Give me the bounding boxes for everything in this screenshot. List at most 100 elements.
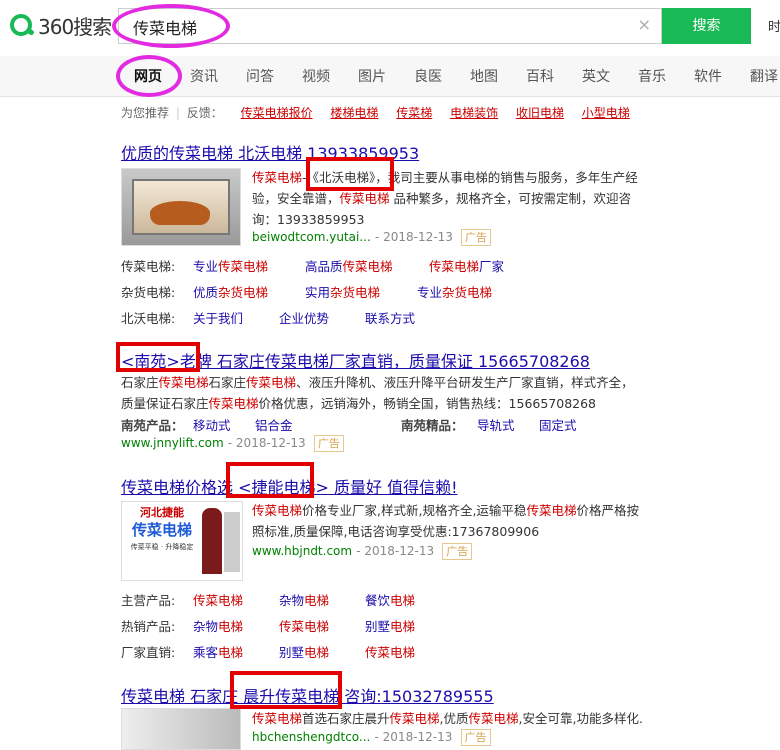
highlight-box	[306, 157, 394, 191]
sitelink[interactable]: 企业优势	[279, 308, 361, 327]
product-link[interactable]: 导轨式	[477, 415, 535, 434]
sitelink-label: 传菜电梯:	[121, 259, 176, 274]
desc-line: 验，安全靠谱，传菜电梯 品种繁多，规格齐全，可按需定制，欢迎咨	[252, 191, 632, 206]
feedback-link[interactable]: 反馈：	[187, 106, 223, 120]
clear-icon[interactable]: ×	[638, 15, 651, 34]
result-meta: hbchenshengdtco... - 2018-12-13 广告	[252, 729, 491, 746]
search-button[interactable]: 搜索	[662, 8, 751, 44]
sitelink-row: 杂货电梯: 优质杂货电梯 实用杂货电梯 专业杂货电梯	[121, 282, 492, 301]
sitelink-row: 厂家直销: 乘客电梯 别墅电梯 传菜电梯	[121, 642, 415, 661]
recommend-link[interactable]: 楼梯电梯	[330, 106, 378, 120]
recommend-link[interactable]: 小型电梯	[582, 106, 630, 120]
sitelink-row: 热销产品: 杂物电梯 传菜电梯 别墅电梯	[121, 616, 415, 635]
tab-video[interactable]: 视频	[302, 66, 330, 86]
header-right-link[interactable]: 时	[768, 16, 780, 35]
sitelink[interactable]: 联系方式	[365, 308, 415, 327]
thumb-line: 河北捷能	[140, 506, 184, 519]
result-description: 传菜电梯价格专业厂家,样式新,规格齐全,运输平稳传菜电梯价格严格按 照标准,质量…	[252, 500, 672, 542]
sitelink-label: 热销产品:	[121, 619, 176, 634]
desc-line: 石家庄传菜电梯石家庄传菜电梯、液压升降机、液压升降平台研发生产厂家直销，样式齐全…	[121, 375, 634, 390]
desc-line: 照标准,质量保障,电话咨询享受优惠:17367809906	[252, 524, 540, 539]
sitelink[interactable]: 专业杂货电梯	[417, 282, 492, 301]
recommend-prefix: 为您推荐	[121, 106, 170, 120]
sitelink[interactable]: 传菜电梯	[365, 642, 415, 661]
sitelink[interactable]: 高品质传菜电梯	[305, 256, 425, 275]
sitelink[interactable]: 别墅电梯	[279, 642, 361, 661]
sitelink-label: 北沃电梯:	[121, 311, 176, 326]
recommend-link[interactable]: 传菜电梯报价	[241, 106, 313, 120]
sitelink[interactable]: 乘客电梯	[193, 642, 275, 661]
product-links: 南苑精品： 导轨式 固定式	[401, 415, 576, 434]
result-url[interactable]: hbchenshengdtco...	[252, 730, 370, 744]
result-date: - 2018-12-13	[356, 544, 435, 558]
recommend-link[interactable]: 电梯装饰	[450, 106, 498, 120]
desc-line: 传菜电梯首选石家庄晨升传菜电梯,优质传菜电梯,安全可靠,功能多样化.	[252, 711, 643, 726]
tab-news[interactable]: 资讯	[190, 66, 218, 86]
result-thumbnail[interactable]	[121, 168, 241, 246]
sitelink[interactable]: 餐饮电梯	[365, 590, 415, 609]
result-url[interactable]: www.jnnylift.com	[121, 436, 224, 450]
tab-baike[interactable]: 百科	[526, 66, 554, 86]
result-url[interactable]: www.hbjndt.com	[252, 544, 352, 558]
result-description: 石家庄传菜电梯石家庄传菜电梯、液压升降机、液压升降平台研发生产厂家直销，样式齐全…	[121, 372, 681, 414]
tab-translate[interactable]: 翻译	[750, 66, 778, 86]
sitelink-row: 主营产品: 传菜电梯 杂物电梯 餐饮电梯	[121, 590, 415, 609]
ad-badge: 广告	[313, 435, 344, 452]
recommend-link[interactable]: 收旧电梯	[516, 106, 564, 120]
sitelink[interactable]: 传菜电梯	[279, 616, 361, 635]
result-thumbnail[interactable]: 河北捷能 传菜电梯 传菜平稳 · 升降稳定	[121, 501, 243, 581]
result-date: - 2018-12-13	[374, 730, 453, 744]
tab-english[interactable]: 英文	[582, 66, 610, 86]
sitelink-label: 厂家直销:	[121, 645, 176, 660]
product-link[interactable]: 固定式	[539, 415, 577, 434]
result-description: 传菜电梯首选石家庄晨升传菜电梯,优质传菜电梯,安全可靠,功能多样化.	[252, 708, 672, 729]
sitelink[interactable]: 传菜电梯厂家	[429, 256, 504, 275]
sitelink[interactable]: 关于我们	[193, 308, 275, 327]
thumb-line: 传菜平稳 · 升降稳定	[130, 543, 194, 551]
food-image	[150, 201, 210, 225]
person-image	[202, 508, 222, 574]
sitelink[interactable]: 杂物电梯	[193, 616, 275, 635]
tab-images[interactable]: 图片	[358, 66, 386, 86]
sitelink-row: 北沃电梯: 关于我们 企业优势 联系方式	[121, 308, 415, 327]
tab-music[interactable]: 音乐	[638, 66, 666, 86]
product-links: 南苑产品： 移动式 铝合金	[121, 415, 405, 434]
highlight-box	[226, 462, 314, 498]
sitelink[interactable]: 传菜电梯	[193, 590, 275, 609]
result-date: - 2018-12-13	[374, 230, 453, 244]
sitelink-label: 杂货电梯:	[121, 285, 176, 300]
highlight-ellipse-tab	[116, 55, 182, 97]
tab-map[interactable]: 地图	[470, 66, 498, 86]
tab-software[interactable]: 软件	[694, 66, 722, 86]
sitelink[interactable]: 实用杂货电梯	[305, 282, 413, 301]
desc-line: 传菜电梯价格专业厂家,样式新,规格齐全,运输平稳传菜电梯价格严格按	[252, 503, 639, 518]
result-meta: www.hbjndt.com - 2018-12-13 广告	[252, 543, 473, 560]
ad-badge: 广告	[460, 229, 491, 246]
highlight-ellipse-query	[112, 4, 230, 48]
sitelink[interactable]: 优质杂货电梯	[193, 282, 301, 301]
sitelink[interactable]: 别墅电梯	[365, 616, 415, 635]
desc-line: 质量保证石家庄传菜电梯价格优惠，远销海外，畅销全国，销售热线：156657082…	[121, 396, 597, 411]
highlight-box	[116, 342, 200, 372]
product-label: 南苑产品：	[121, 418, 184, 433]
result-meta: beiwodtcom.yutai... - 2018-12-13 广告	[252, 229, 491, 246]
recommend-link[interactable]: 传菜梯	[396, 106, 432, 120]
logo[interactable]: 360搜索	[10, 10, 112, 40]
elevator-image	[224, 512, 240, 572]
recommend-separator: |	[175, 106, 180, 120]
product-link[interactable]: 铝合金	[255, 415, 405, 434]
sitelink[interactable]: 杂物电梯	[279, 590, 361, 609]
ad-badge: 广告	[460, 729, 491, 746]
logo-text: 360搜索	[38, 14, 112, 39]
logo-icon	[10, 14, 32, 36]
recommend-bar: 为您推荐 | 反馈： 传菜电梯报价 楼梯电梯 传菜梯 电梯装饰 收旧电梯 小型电…	[121, 104, 630, 121]
product-label: 南苑精品：	[401, 418, 464, 433]
product-link[interactable]: 移动式	[193, 415, 251, 434]
sitelink-label: 主营产品:	[121, 593, 176, 608]
sitelink-row: 传菜电梯: 专业传菜电梯 高品质传菜电梯 传菜电梯厂家	[121, 256, 504, 275]
result-url[interactable]: beiwodtcom.yutai...	[252, 230, 371, 244]
tab-qa[interactable]: 问答	[246, 66, 274, 86]
sitelink[interactable]: 专业传菜电梯	[193, 256, 301, 275]
result-thumbnail[interactable]	[121, 708, 241, 750]
tab-health[interactable]: 良医	[414, 66, 442, 86]
